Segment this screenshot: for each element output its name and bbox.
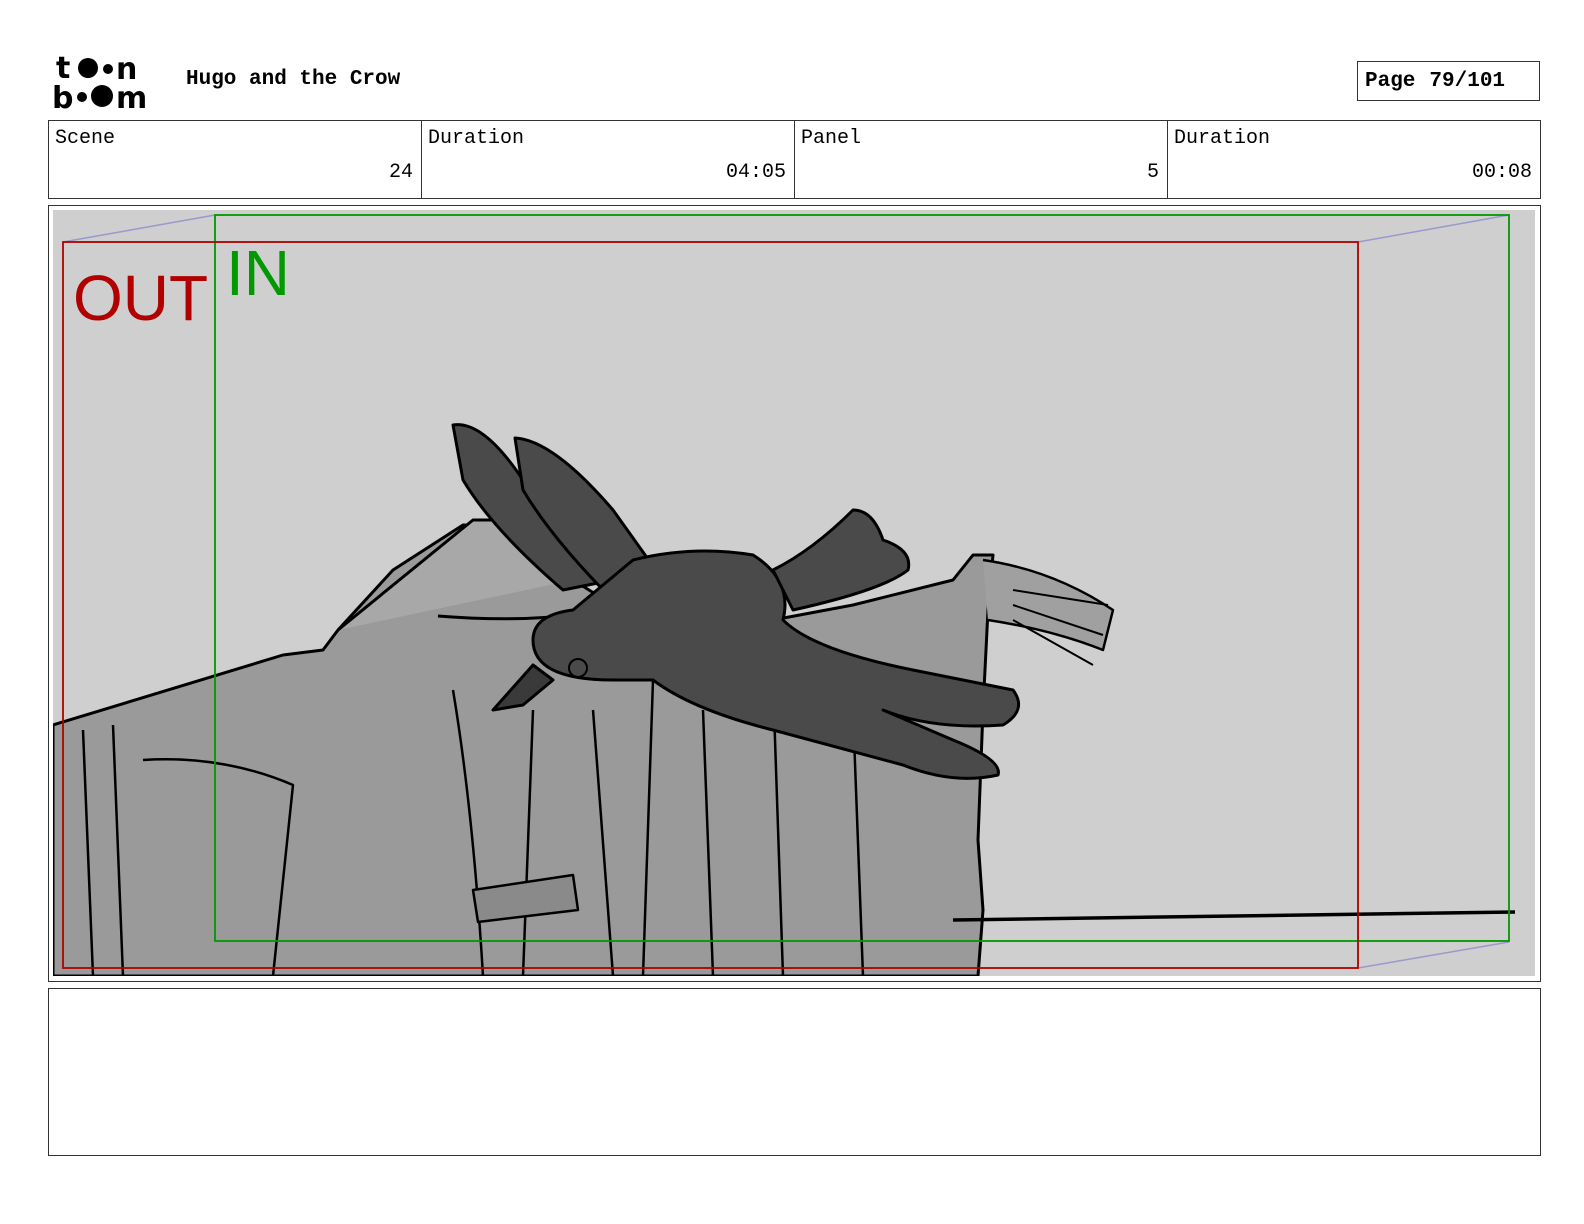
panel-value: 5: [1146, 161, 1159, 184]
page-indicator: Page 79/101: [1357, 61, 1540, 101]
storyboard-panel: OUT IN: [48, 205, 1541, 982]
scene-value: 24: [388, 161, 413, 184]
scene-cell: Scene 24: [49, 121, 422, 198]
svg-text:b: b: [52, 81, 73, 112]
project-title: Hugo and the Crow: [186, 68, 401, 91]
panel-drawing: OUT IN: [53, 210, 1535, 976]
panel-notes-area: [48, 988, 1541, 1156]
panel-duration-label: Duration: [1174, 127, 1271, 150]
panel-info-table: Scene 24 Duration 04:05 Panel 5 Duration…: [48, 120, 1541, 199]
panel-cell: Panel 5: [795, 121, 1168, 198]
svg-text:m: m: [116, 81, 147, 112]
in-label: IN: [226, 237, 290, 309]
scene-duration-cell: Duration 04:05: [422, 121, 795, 198]
out-label: OUT: [73, 262, 208, 334]
toon-boom-logo: t n b m: [52, 51, 147, 112]
page-number: 79/101: [1429, 69, 1506, 93]
scene-label: Scene: [55, 127, 116, 150]
scene-duration-value: 04:05: [725, 161, 786, 184]
panel-duration-value: 00:08: [1471, 161, 1532, 184]
panel-duration-cell: Duration 00:08: [1168, 121, 1540, 198]
page-label: Page: [1365, 69, 1416, 93]
panel-label: Panel: [801, 127, 862, 150]
scene-duration-label: Duration: [428, 127, 525, 150]
